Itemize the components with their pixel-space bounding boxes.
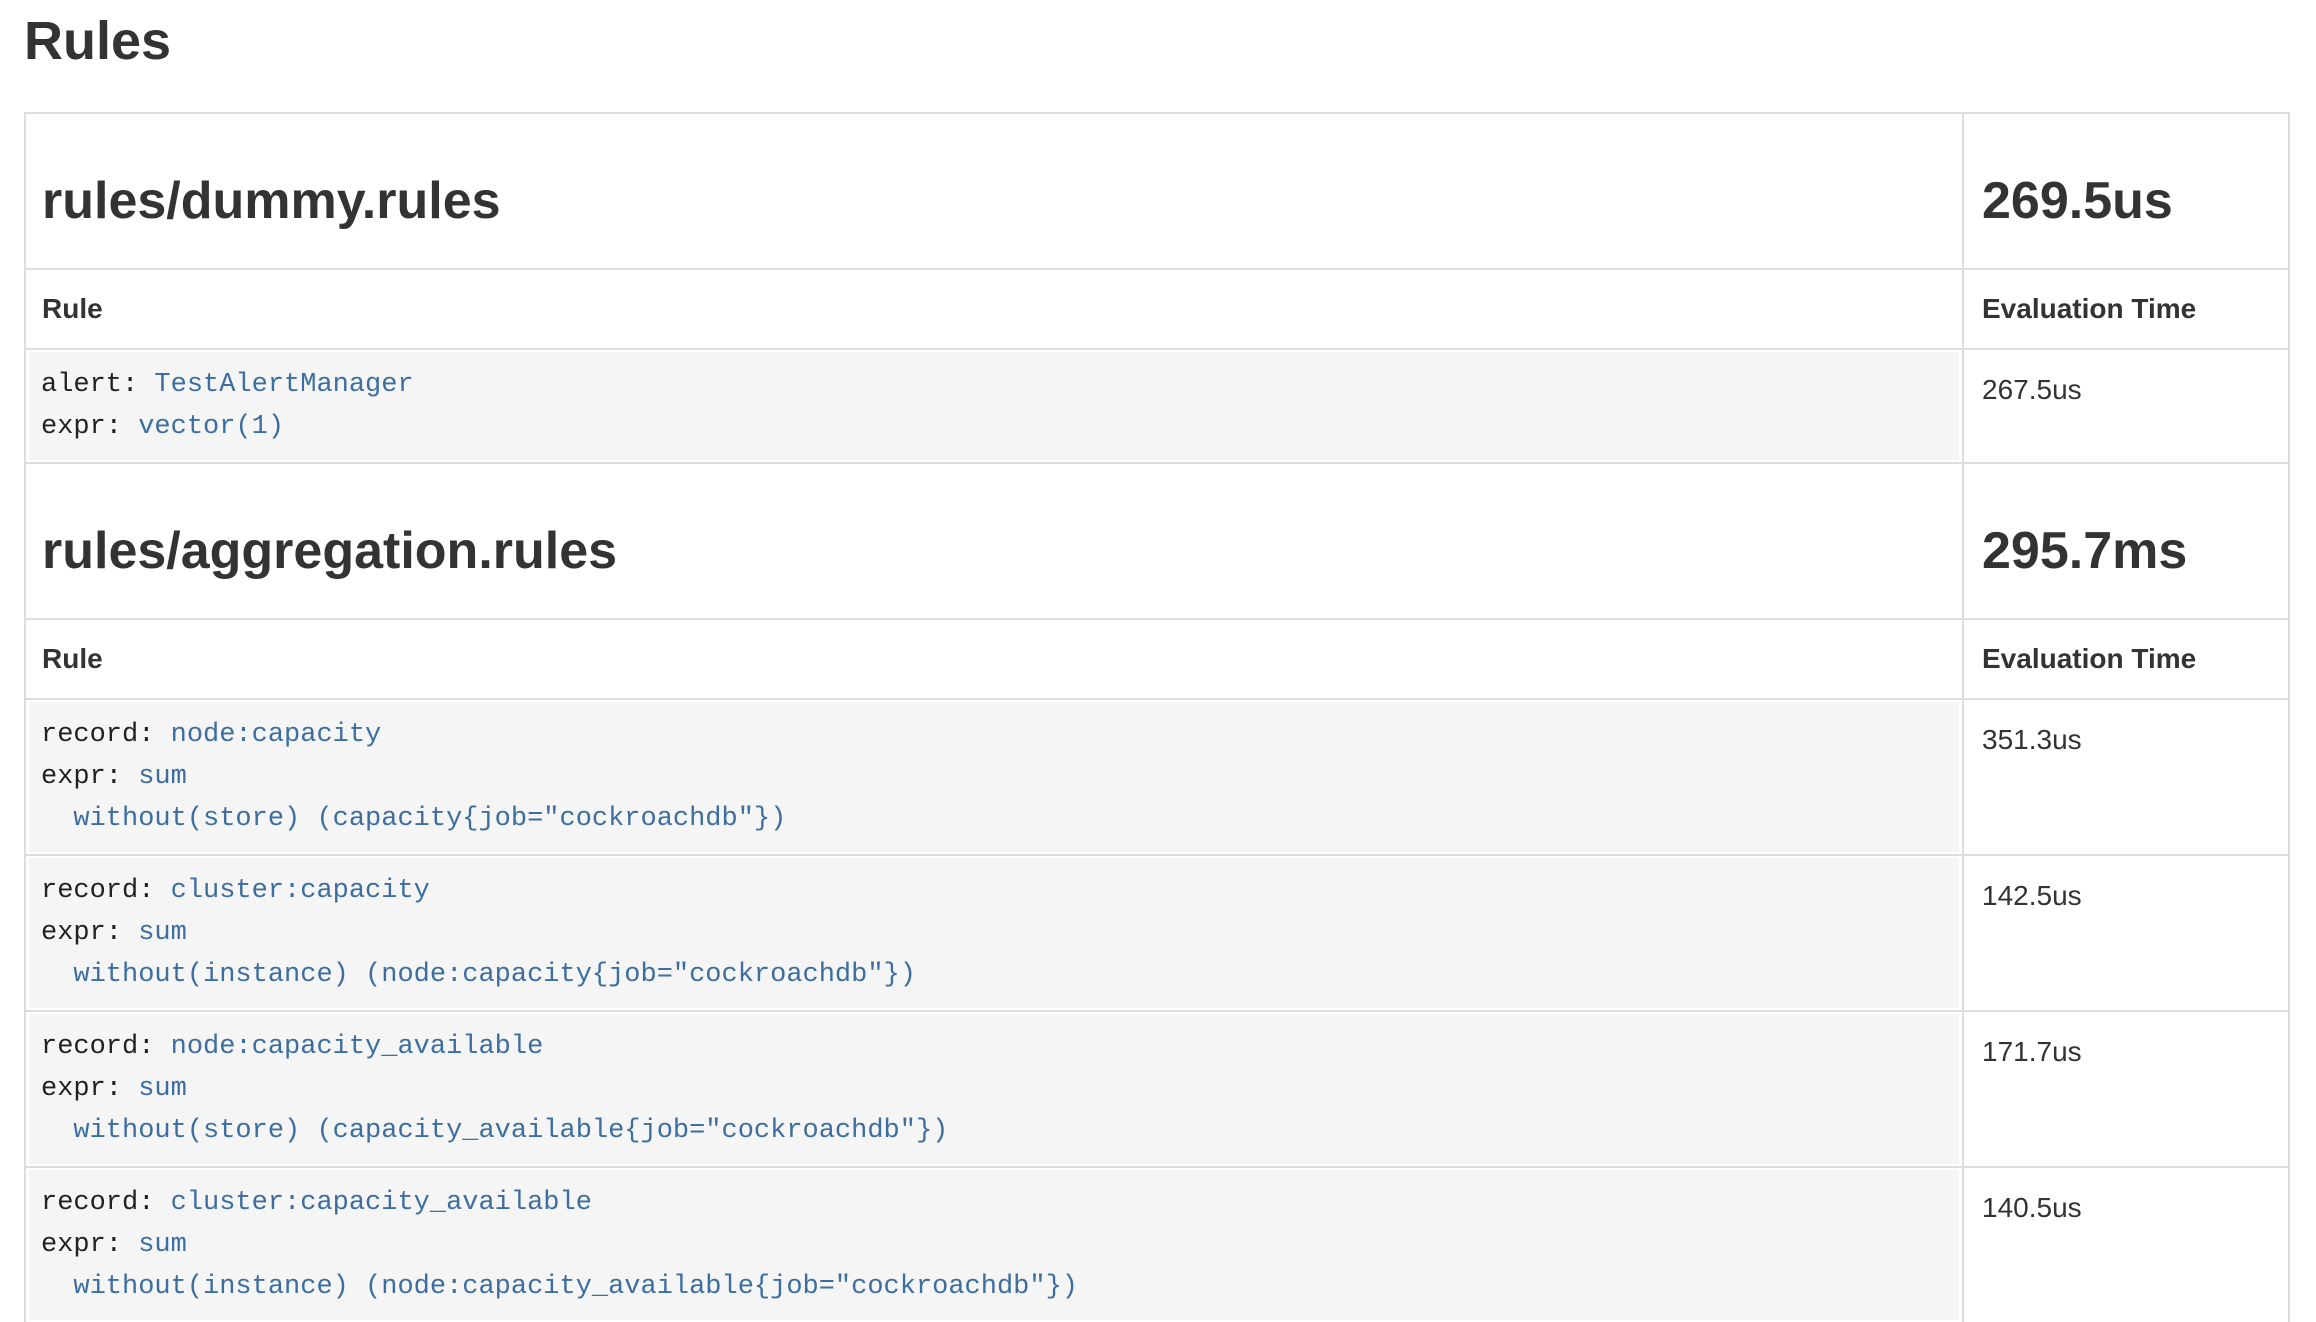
rule-keyword: [41, 1116, 73, 1146]
rule-evaluation-time: 267.5us: [1963, 349, 2289, 463]
rule-expr-link[interactable]: cluster:capacity_available: [171, 1188, 592, 1218]
rule-definition: record: cluster:capacity expr: sum witho…: [29, 858, 1959, 1008]
rule-group-time-cell: 269.5us: [1963, 113, 2289, 269]
rule-keyword: expr:: [41, 1074, 138, 1104]
rule-group-total-eval-time: 295.7ms: [1982, 522, 2272, 580]
rule-group-name: rules/aggregation.rules: [42, 522, 1946, 580]
rule-evaluation-time: 142.5us: [1963, 855, 2289, 1011]
rule-evaluation-time: 351.3us: [1963, 699, 2289, 855]
rule-keyword: expr:: [41, 762, 138, 792]
rule-expr-link[interactable]: vector(1): [138, 412, 284, 442]
rule-expr-link[interactable]: TestAlertManager: [154, 370, 413, 400]
rule-group-header-row: rules/dummy.rules 269.5us: [25, 113, 2289, 269]
rules-page: Rules rules/dummy.rules 269.5us Rule Eva…: [0, 0, 2316, 1322]
rule-group-header-row: rules/aggregation.rules 295.7ms: [25, 463, 2289, 619]
rule-definition: record: node:capacity_available expr: su…: [29, 1014, 1959, 1164]
rule-expr-link[interactable]: sum: [138, 918, 187, 948]
rule-keyword: expr:: [41, 1230, 138, 1260]
rule-expr-link[interactable]: without(store) (capacity_available{job="…: [73, 1116, 948, 1146]
rule-group-name-cell: rules/dummy.rules: [25, 113, 1963, 269]
rule-group-name-cell: rules/aggregation.rules: [25, 463, 1963, 619]
rule-evaluation-time: 140.5us: [1963, 1167, 2289, 1322]
rule-keyword: expr:: [41, 918, 138, 948]
rule-row: record: cluster:capacity_available expr:…: [25, 1167, 2289, 1322]
rule-definition: record: node:capacity expr: sum without(…: [29, 702, 1959, 852]
rules-table: rules/dummy.rules 269.5us Rule Evaluatio…: [24, 112, 2290, 1322]
column-header-row: Rule Evaluation Time: [25, 619, 2289, 699]
rule-evaluation-time: 171.7us: [1963, 1011, 2289, 1167]
rule-keyword: expr:: [41, 412, 138, 442]
rule-expr-link[interactable]: without(instance) (node:capacity_availab…: [73, 1272, 1078, 1302]
evaluation-time-column-header: Evaluation Time: [1963, 269, 2289, 349]
evaluation-time-column-header: Evaluation Time: [1963, 619, 2289, 699]
rule-row: alert: TestAlertManager expr: vector(1) …: [25, 349, 2289, 463]
rule-column-header: Rule: [25, 269, 1963, 349]
rule-row: record: node:capacity_available expr: su…: [25, 1011, 2289, 1167]
rule-expr-link[interactable]: without(instance) (node:capacity{job="co…: [73, 960, 916, 990]
rule-group-name: rules/dummy.rules: [42, 172, 1946, 230]
rule-keyword: record:: [41, 1032, 171, 1062]
column-header-row: Rule Evaluation Time: [25, 269, 2289, 349]
rule-expr-link[interactable]: sum: [138, 1074, 187, 1104]
rule-group-time-cell: 295.7ms: [1963, 463, 2289, 619]
rule-keyword: [41, 804, 73, 834]
rule-cell: alert: TestAlertManager expr: vector(1): [25, 349, 1963, 463]
rule-cell: record: cluster:capacity_available expr:…: [25, 1167, 1963, 1322]
rule-expr-link[interactable]: node:capacity: [171, 720, 382, 750]
rule-expr-link[interactable]: cluster:capacity: [171, 876, 430, 906]
rule-row: record: node:capacity expr: sum without(…: [25, 699, 2289, 855]
rule-cell: record: node:capacity expr: sum without(…: [25, 699, 1963, 855]
rule-keyword: record:: [41, 720, 171, 750]
rule-definition: record: cluster:capacity_available expr:…: [29, 1170, 1959, 1320]
rule-cell: record: node:capacity_available expr: su…: [25, 1011, 1963, 1167]
rule-definition: alert: TestAlertManager expr: vector(1): [29, 352, 1959, 460]
rule-keyword: [41, 1272, 73, 1302]
rule-group-total-eval-time: 269.5us: [1982, 172, 2272, 230]
rule-expr-link[interactable]: node:capacity_available: [171, 1032, 544, 1062]
page-title: Rules: [24, 12, 2290, 70]
rule-cell: record: cluster:capacity expr: sum witho…: [25, 855, 1963, 1011]
rule-expr-link[interactable]: sum: [138, 762, 187, 792]
rule-keyword: alert:: [41, 370, 154, 400]
rule-keyword: record:: [41, 1188, 171, 1218]
rule-row: record: cluster:capacity expr: sum witho…: [25, 855, 2289, 1011]
rule-column-header: Rule: [25, 619, 1963, 699]
rule-expr-link[interactable]: without(store) (capacity{job="cockroachd…: [73, 804, 786, 834]
rule-expr-link[interactable]: sum: [138, 1230, 187, 1260]
rule-keyword: [41, 960, 73, 990]
rule-keyword: record:: [41, 876, 171, 906]
